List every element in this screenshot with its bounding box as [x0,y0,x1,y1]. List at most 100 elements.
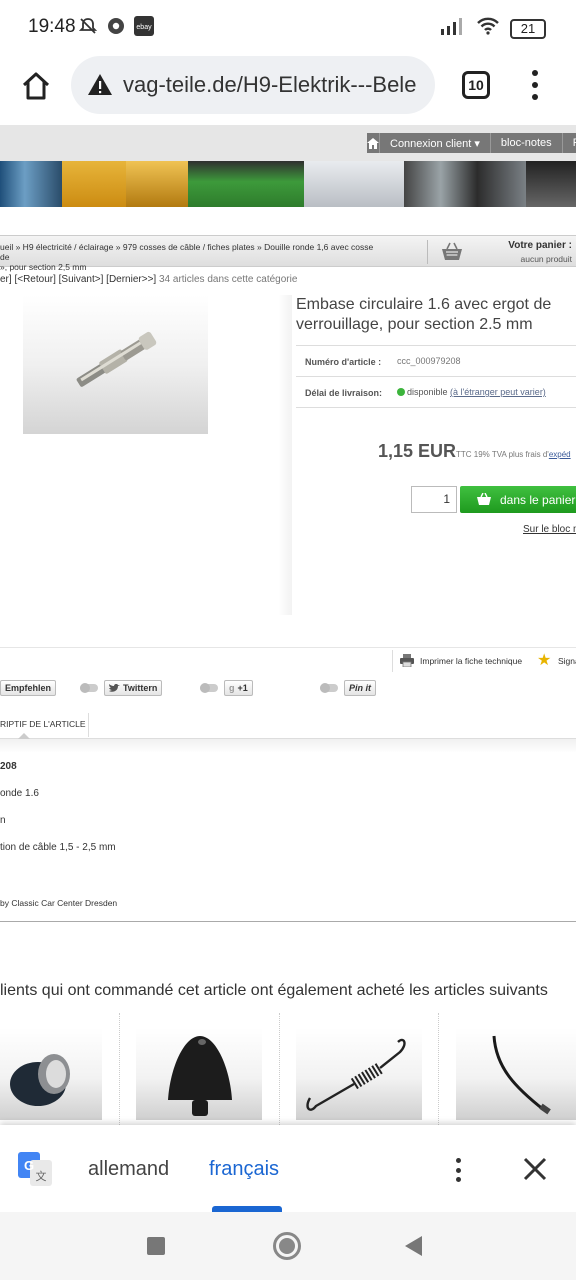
twitter-label: Twittern [123,683,158,693]
product-title: Embase circulaire 1.6 avec ergot de verr… [296,296,552,333]
product-price: 1,15 EUR [378,441,457,461]
rubber-buffer-image [168,1036,232,1116]
wifi-icon [476,17,500,40]
availability-dot-icon [397,388,405,396]
add-to-cart-label: dans le panier [500,492,576,507]
home-nav-button[interactable] [273,1232,301,1260]
add-to-cart-button[interactable]: dans le panier [460,486,576,513]
cable-terminal-image [76,331,157,387]
address-bar[interactable]: vag-teile.de/H9-Elektrik---Bele [71,56,435,114]
twitter-button[interactable]: Twittern [104,680,163,696]
article-number-value: ccc_000979208 [397,356,461,366]
description-line: 208 [0,761,17,772]
top-navigation: Connexion client ▾ bloc-notes P [0,125,576,161]
nav-notebook[interactable]: bloc-notes [491,133,563,153]
url-text[interactable]: vag-teile.de/H9-Elektrik---Bele [123,72,427,98]
home-button[interactable] [18,68,54,104]
product-image[interactable] [23,295,208,434]
header-banner [0,161,576,207]
price-note-text: TTC 19% TVA plus frais d' [456,450,549,459]
description-line: tion de câble 1,5 - 2,5 mm [0,842,116,853]
basket-icon[interactable] [440,242,464,262]
tab-switcher-button[interactable]: 10 [462,71,490,99]
battery-indicator: 21 [510,18,546,39]
system-navigation-bar [0,1212,576,1280]
google-translate-icon[interactable]: G文 [18,1152,52,1186]
target-language-tab[interactable]: français [209,1158,279,1181]
bird-icon [109,683,120,692]
svg-text:ebay: ebay [136,24,152,31]
warning-icon[interactable] [87,72,113,98]
delivery-label: Délai de livraison: [305,388,383,398]
pinit-button[interactable]: Pin it [344,680,376,696]
product-description: 208 onde 1.6 n tion de câble 1,5 - 2,5 m… [0,739,576,922]
breadcrumb-line-2[interactable]: », pour section 2,5 mm [0,262,380,272]
shipping-link[interactable]: expéd [549,450,571,459]
tab-description[interactable]: RIPTIF DE L'ARTICLE [0,719,86,729]
ebay-icon: ebay [134,16,154,36]
rubber-grommet-image [10,1054,70,1106]
related-product[interactable] [136,1028,262,1120]
social-gplus: g +1 [200,680,253,696]
home-icon [22,72,50,100]
browser-toolbar: vag-teile.de/H9-Elektrik---Bele 10 [0,56,576,118]
chrome-icon [106,16,126,36]
translate-menu-icon[interactable] [454,1158,462,1182]
back-button[interactable] [405,1236,422,1256]
cart-title[interactable]: Votre panier : [508,240,572,251]
related-product[interactable] [0,1028,102,1120]
source-language-tab[interactable]: allemand [88,1158,169,1181]
signal-icon [440,17,466,40]
twitter-toggle[interactable] [80,683,98,693]
gplus-toggle[interactable] [200,683,218,693]
star-icon[interactable]: ★ [537,650,551,670]
description-line: n [0,815,6,826]
cart-status: aucun produit [520,254,572,264]
pager-count: 34 articles dans cette catégorie [156,274,298,285]
copyright-text: by Classic Car Center Dresden [0,898,118,908]
related-product[interactable] [296,1028,422,1120]
translate-bar: G文 allemand français [0,1125,576,1212]
cable-image [492,1035,551,1115]
nav-customer-login[interactable]: Connexion client ▾ [380,133,491,153]
gplus-label: +1 [237,683,248,693]
add-to-notebook-link[interactable]: Sur le bloc n [523,524,576,535]
product-info: Numéro d'article : ccc_000979208 Délai d… [296,345,576,408]
social-empfehlen[interactable]: Empfehlen [0,680,57,696]
pager-links[interactable]: er] [<Retour] [Suivant>] [Dernier>>] [0,274,156,285]
social-twitter: Twittern [80,680,163,696]
product-tabs: RIPTIF DE L'ARTICLE [0,713,576,740]
recents-button[interactable] [147,1237,165,1255]
nav-more[interactable]: P [563,133,576,153]
product-pager: er] [<Retour] [Suivant>] [Dernier>>] 34 … [0,274,297,285]
breadcrumb: ueil » H9 électricité / éclairage » 979 … [0,235,576,272]
svg-text:文: 文 [36,1169,47,1183]
description-line: onde 1.6 [0,788,39,799]
social-pinterest: Pin it [320,680,376,696]
breadcrumb-line-1[interactable]: ueil » H9 électricité / éclairage » 979 … [0,242,380,262]
print-datasheet-link[interactable]: Imprimer la fiche technique [420,656,522,666]
mute-bell-icon [78,16,98,36]
gplus-icon: g [229,683,235,693]
browser-menu-icon[interactable] [525,70,545,100]
price-note: TTC 19% TVA plus frais d'expéd [456,450,571,459]
basket-icon [477,493,491,505]
also-bought-heading: lients qui ont commandé cet article ont … [0,982,548,999]
pinterest-toggle[interactable] [320,683,338,693]
svg-text:G: G [24,1158,34,1173]
related-product[interactable] [456,1028,576,1120]
close-icon[interactable] [521,1155,549,1183]
gplus-button[interactable]: g +1 [224,680,253,696]
delivery-abroad-link[interactable]: (à l'étranger peut varier) [450,387,546,397]
site-home-icon[interactable] [367,133,380,153]
status-time: 19:48 [28,16,76,37]
product-actions: Imprimer la fiche technique ★ Signa [0,647,576,673]
printer-icon[interactable] [400,654,414,668]
quantity-input[interactable]: 1 [411,486,457,513]
article-number-label: Numéro d'article : [305,357,382,367]
status-bar: 19:48 ebay 21 [0,0,576,56]
delivery-status: disponible [407,387,448,397]
empfehlen-button[interactable]: Empfehlen [0,680,57,696]
spring-image [306,1038,406,1111]
signal-link[interactable]: Signa [558,656,576,666]
